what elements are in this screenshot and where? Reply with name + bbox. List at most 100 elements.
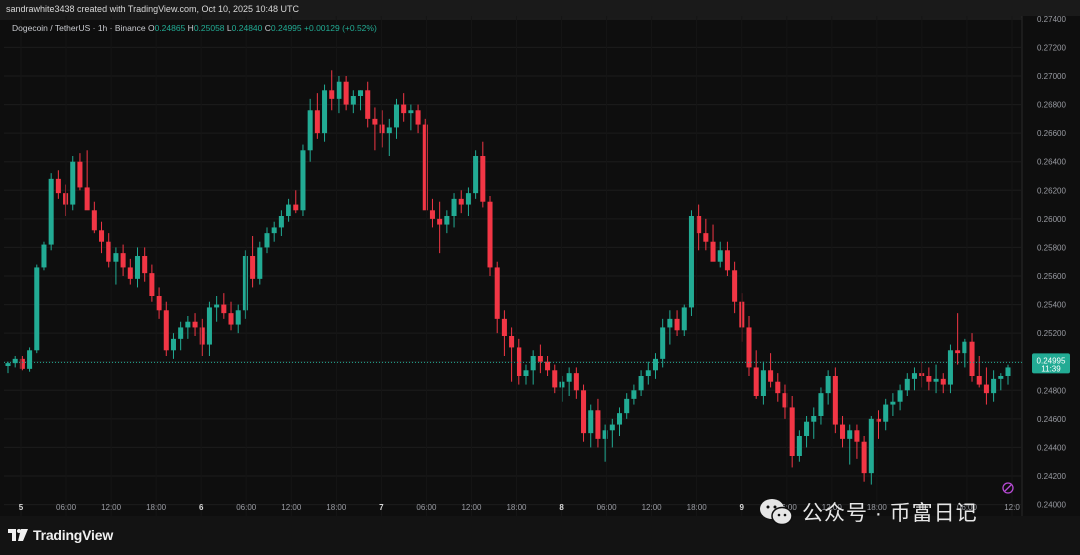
candle-body [156,296,162,311]
y-tick-label: 0.25800 [1037,243,1066,252]
x-tick-label: 9 [740,503,745,512]
watermark-text: 公众号 · 币富日记 [802,502,978,525]
candle-body [314,110,320,134]
candle-body [27,350,33,369]
candle-body [350,96,356,105]
candle-body [746,327,752,368]
candle-body [703,233,709,242]
candle-body [667,318,673,328]
candle-body [473,156,479,194]
candle-body [365,90,371,119]
candle-body [732,270,738,302]
candle-body [566,373,572,382]
candle-body [293,204,299,211]
candle-body [911,373,917,379]
x-tick-label: 06:00 [56,503,77,512]
candle-body [904,378,910,391]
open-value: 0.24865 [154,23,186,33]
candle-body [955,350,961,354]
candle-body [501,318,507,336]
candle-body [832,376,838,425]
candle-body [789,407,795,456]
candle-body [228,313,234,325]
y-tick-label: 0.26000 [1037,215,1066,224]
candle-body [178,327,184,339]
candle-body [573,373,579,391]
candle-body [530,356,536,371]
close-value: 0.24995 [270,23,302,33]
alert-icon-slash [1004,484,1012,492]
candle-body [393,104,400,128]
x-tick-label: 5 [19,503,24,512]
candle-body [624,398,630,414]
candle-body [465,193,471,205]
x-tick-label: 18:00 [506,503,527,512]
candle-body [825,376,831,394]
candle-body [250,256,256,279]
y-tick-label: 0.26200 [1037,186,1066,195]
candle-body [422,124,428,211]
candle-body [408,110,414,114]
candle-body [221,304,227,314]
candle-body [163,310,169,351]
candlestick-chart[interactable]: 0.27400 0.27200 0.27000 0.26800 0.26600 0.264… [0,0,1080,555]
candle-body [516,347,522,376]
y-tick-label: 0.24400 [1037,443,1066,452]
y-tick-label: 0.27200 [1037,43,1066,52]
candle-body [537,356,543,362]
candle-body [264,233,270,248]
candle-body [804,421,810,436]
candle-body [127,267,133,279]
candle-body [660,327,666,359]
candle-body [487,201,493,268]
low-value: 0.24840 [231,23,263,33]
candle-body [5,363,11,366]
candle-body [149,273,155,296]
candle-body [286,204,292,216]
y-tick-label: 0.25200 [1037,329,1066,338]
candle-body [652,358,658,371]
candle-body [480,156,486,202]
price-tag-countdown: 11:39 [1041,364,1061,373]
candle-body [451,198,457,216]
x-tick-label: 18:00 [146,503,167,512]
candle-body [947,350,953,385]
candle-body [753,367,759,396]
candle-body [429,210,435,219]
candle-body [77,161,83,188]
candle-body [336,81,342,99]
candle-body [257,247,263,279]
candle-body [206,307,212,345]
candle-body [760,370,766,396]
tradingview-logo-icon [8,529,28,541]
candle-body [868,418,874,474]
x-tick-label: 18:00 [326,503,347,512]
candle-body [998,376,1004,379]
candle-body [897,390,903,402]
x-tick-label: 12:00 [281,503,302,512]
tradingview-logo[interactable]: TradingView [8,527,113,543]
candle-body [768,370,774,382]
candle-body [120,253,126,268]
candle-body [55,178,61,194]
candle-body [552,370,558,388]
candle-body [84,187,90,211]
x-tick-label: 12:00 [461,503,482,512]
candle-body [588,410,594,434]
candle-body [494,267,500,319]
candle-body [401,104,407,114]
x-tick-label: 6 [199,503,204,512]
candle-body [523,370,529,376]
candle-body [48,178,54,245]
candle-body [595,410,601,439]
candle-body [192,321,198,328]
candle-body [235,310,241,325]
candle-body [710,241,716,262]
candle-body [437,218,443,225]
candle-body [106,241,112,262]
candle-body [386,127,392,134]
y-tick-label: 0.24600 [1037,415,1066,424]
candle-body [991,378,997,394]
candle-body [509,336,515,348]
x-tick-label: 12:00 [642,503,663,512]
